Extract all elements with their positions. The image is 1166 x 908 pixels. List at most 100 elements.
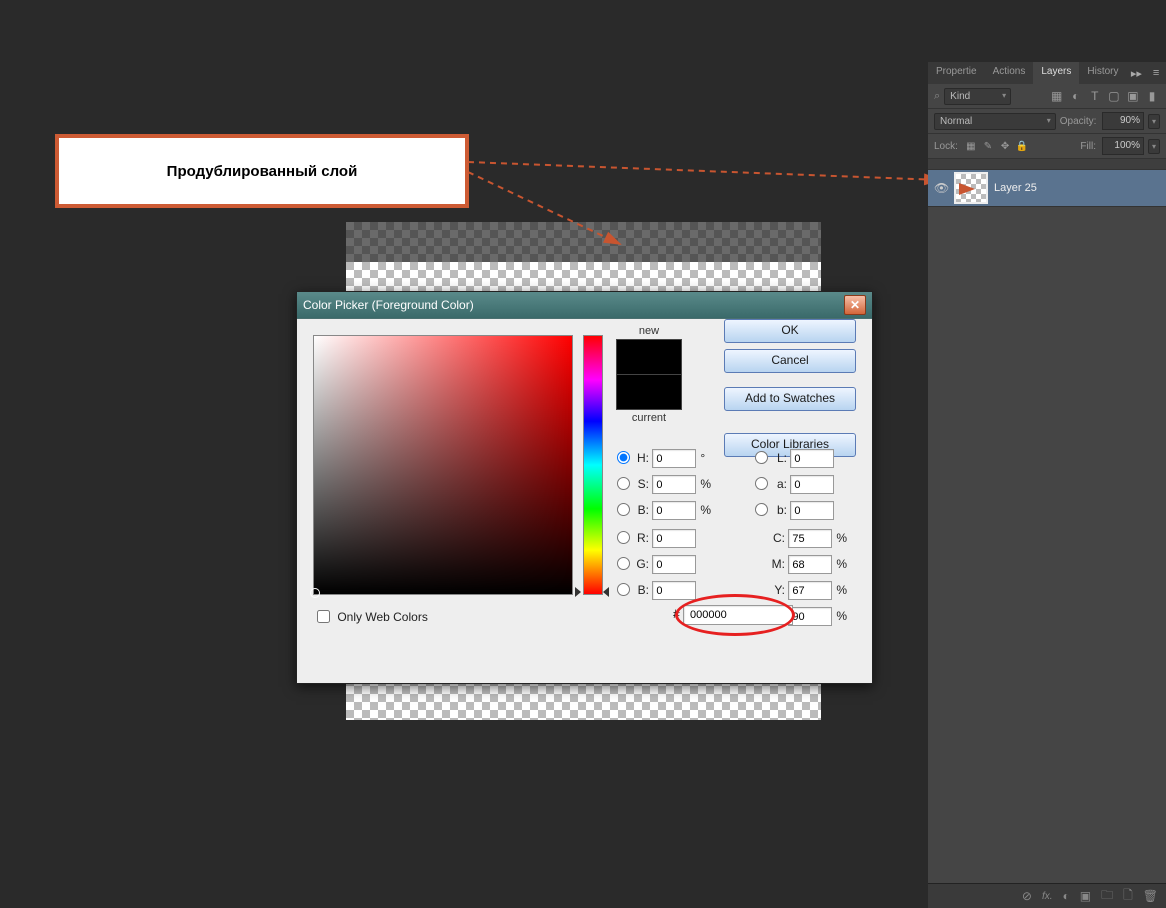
layer-group-icon[interactable]: 🗀 bbox=[1101, 886, 1113, 907]
fill-input[interactable]: 100% bbox=[1102, 137, 1144, 155]
filter-smart-icon[interactable]: ▣ bbox=[1125, 89, 1141, 103]
search-icon: ⌕ bbox=[934, 90, 940, 103]
y-label: Y: bbox=[769, 583, 785, 597]
cancel-button[interactable]: Cancel bbox=[724, 349, 856, 373]
lab-b-radio[interactable] bbox=[755, 503, 768, 516]
fill-flyout-icon[interactable]: ▾ bbox=[1148, 139, 1160, 154]
k-unit: % bbox=[836, 609, 847, 623]
new-color-swatch bbox=[616, 339, 682, 374]
layer-fx-icon[interactable]: fx. bbox=[1042, 891, 1053, 902]
only-web-colors-label: Only Web Colors bbox=[337, 610, 427, 624]
cyan-input[interactable] bbox=[788, 529, 832, 548]
panel-menu-icon[interactable]: ≡ bbox=[1146, 62, 1166, 84]
magenta-input[interactable] bbox=[788, 555, 832, 574]
tab-history[interactable]: History bbox=[1079, 62, 1126, 84]
black-input[interactable] bbox=[788, 607, 832, 626]
lock-transparency-icon[interactable]: ▦ bbox=[964, 141, 978, 152]
b-unit: % bbox=[700, 503, 711, 517]
panel-expand-icon[interactable]: ▸▸ bbox=[1127, 62, 1147, 84]
green-radio[interactable] bbox=[617, 557, 630, 570]
fill-label: Fill: bbox=[1080, 141, 1096, 152]
brightness-input[interactable] bbox=[652, 501, 696, 520]
close-icon: ✕ bbox=[850, 298, 860, 312]
opacity-flyout-icon[interactable]: ▾ bbox=[1148, 114, 1160, 129]
tab-properties[interactable]: Propertie bbox=[928, 62, 985, 84]
opacity-input[interactable]: 90% bbox=[1102, 112, 1144, 130]
tab-actions[interactable]: Actions bbox=[985, 62, 1034, 84]
lock-label: Lock: bbox=[934, 141, 958, 152]
brightness-radio[interactable] bbox=[617, 503, 630, 516]
add-to-swatches-button[interactable]: Add to Swatches bbox=[724, 387, 856, 411]
c-label: C: bbox=[769, 531, 785, 545]
adjustment-layer-icon[interactable]: ▣ bbox=[1080, 889, 1091, 903]
m-unit: % bbox=[836, 557, 847, 571]
filter-type-icon[interactable]: T bbox=[1087, 89, 1103, 103]
hue-slider[interactable] bbox=[583, 335, 603, 595]
lab-l-input[interactable] bbox=[790, 449, 834, 468]
c-unit: % bbox=[836, 531, 847, 545]
rgb-inputs: R: G: B: bbox=[617, 529, 696, 607]
hue-input[interactable] bbox=[652, 449, 696, 468]
lock-brush-icon[interactable]: ✎ bbox=[981, 141, 995, 152]
new-color-label: new bbox=[615, 325, 683, 337]
y-unit: % bbox=[836, 583, 847, 597]
filter-toggle-icon[interactable]: ▮ bbox=[1144, 89, 1160, 103]
lab-a-input[interactable] bbox=[790, 475, 834, 494]
filter-shape-icon[interactable]: ▢ bbox=[1106, 89, 1122, 103]
b-label: B: bbox=[633, 503, 649, 517]
new-layer-icon[interactable]: 🗋 bbox=[1123, 886, 1133, 907]
layers-panel: Propertie Actions Layers History ▸▸ ≡ ⌕ … bbox=[928, 62, 1166, 908]
h-label: H: bbox=[633, 451, 649, 465]
blue-radio[interactable] bbox=[617, 583, 630, 596]
red-radio[interactable] bbox=[617, 531, 630, 544]
ok-button[interactable]: OK bbox=[724, 319, 856, 343]
filter-adjust-icon[interactable]: ◐ bbox=[1068, 89, 1084, 103]
dialog-title: Color Picker (Foreground Color) bbox=[303, 298, 844, 312]
layer-thumbnail[interactable] bbox=[954, 172, 988, 204]
hue-radio[interactable] bbox=[617, 451, 630, 464]
filter-kind-select[interactable]: Kind bbox=[944, 88, 1011, 105]
hex-input[interactable] bbox=[683, 605, 793, 625]
layer-name[interactable]: Layer 25 bbox=[994, 182, 1037, 194]
tab-layers[interactable]: Layers bbox=[1033, 62, 1079, 84]
lab-inputs: L: a: b: bbox=[755, 449, 834, 527]
layer-row[interactable]: 👁 Layer 25 bbox=[928, 169, 1166, 207]
hue-slider-handle[interactable] bbox=[577, 587, 607, 597]
delete-layer-icon[interactable]: 🗑 bbox=[1143, 889, 1158, 903]
filter-pixel-icon[interactable]: ▦ bbox=[1049, 89, 1065, 103]
blue-input[interactable] bbox=[652, 581, 696, 600]
lab-a-label: a: bbox=[771, 477, 787, 491]
blend-opacity-row: Normal Opacity: 90% ▾ bbox=[928, 109, 1166, 134]
lab-b-label: b: bbox=[771, 503, 787, 517]
current-color-swatch[interactable] bbox=[616, 374, 682, 410]
lab-a-radio[interactable] bbox=[755, 477, 768, 490]
layer-visibility-icon[interactable]: 👁 bbox=[934, 181, 948, 195]
lock-all-icon[interactable]: 🔒 bbox=[1015, 141, 1029, 152]
lock-position-icon[interactable]: ✥ bbox=[998, 141, 1012, 152]
saturation-input[interactable] bbox=[652, 475, 696, 494]
link-layers-icon[interactable]: ⊘ bbox=[1022, 889, 1032, 903]
panel-tabs: Propertie Actions Layers History ▸▸ ≡ bbox=[928, 62, 1166, 84]
saturation-radio[interactable] bbox=[617, 477, 630, 490]
saturation-brightness-field[interactable] bbox=[313, 335, 573, 595]
hex-label: # bbox=[673, 607, 680, 621]
red-input[interactable] bbox=[652, 529, 696, 548]
lab-l-radio[interactable] bbox=[755, 451, 768, 464]
lab-b-input[interactable] bbox=[790, 501, 834, 520]
s-unit: % bbox=[700, 477, 711, 491]
r-label: R: bbox=[633, 531, 649, 545]
layer-mask-icon[interactable]: ◐ bbox=[1063, 889, 1070, 903]
blend-mode-select[interactable]: Normal bbox=[934, 113, 1056, 130]
m-label: M: bbox=[769, 557, 785, 571]
close-button[interactable]: ✕ bbox=[844, 295, 866, 315]
lab-l-label: L: bbox=[771, 451, 787, 465]
yellow-input[interactable] bbox=[788, 581, 832, 600]
opacity-label: Opacity: bbox=[1060, 116, 1097, 127]
dialog-titlebar[interactable]: Color Picker (Foreground Color) ✕ bbox=[297, 292, 872, 319]
green-input[interactable] bbox=[652, 555, 696, 574]
canvas-shadow-strip bbox=[346, 222, 821, 262]
annotation-callout: Продублированный слой bbox=[55, 134, 469, 208]
only-web-colors-checkbox[interactable] bbox=[317, 610, 330, 623]
color-picker-cursor bbox=[310, 588, 320, 598]
layer-filter-row: ⌕ Kind ▦ ◐ T ▢ ▣ ▮ bbox=[928, 84, 1166, 109]
